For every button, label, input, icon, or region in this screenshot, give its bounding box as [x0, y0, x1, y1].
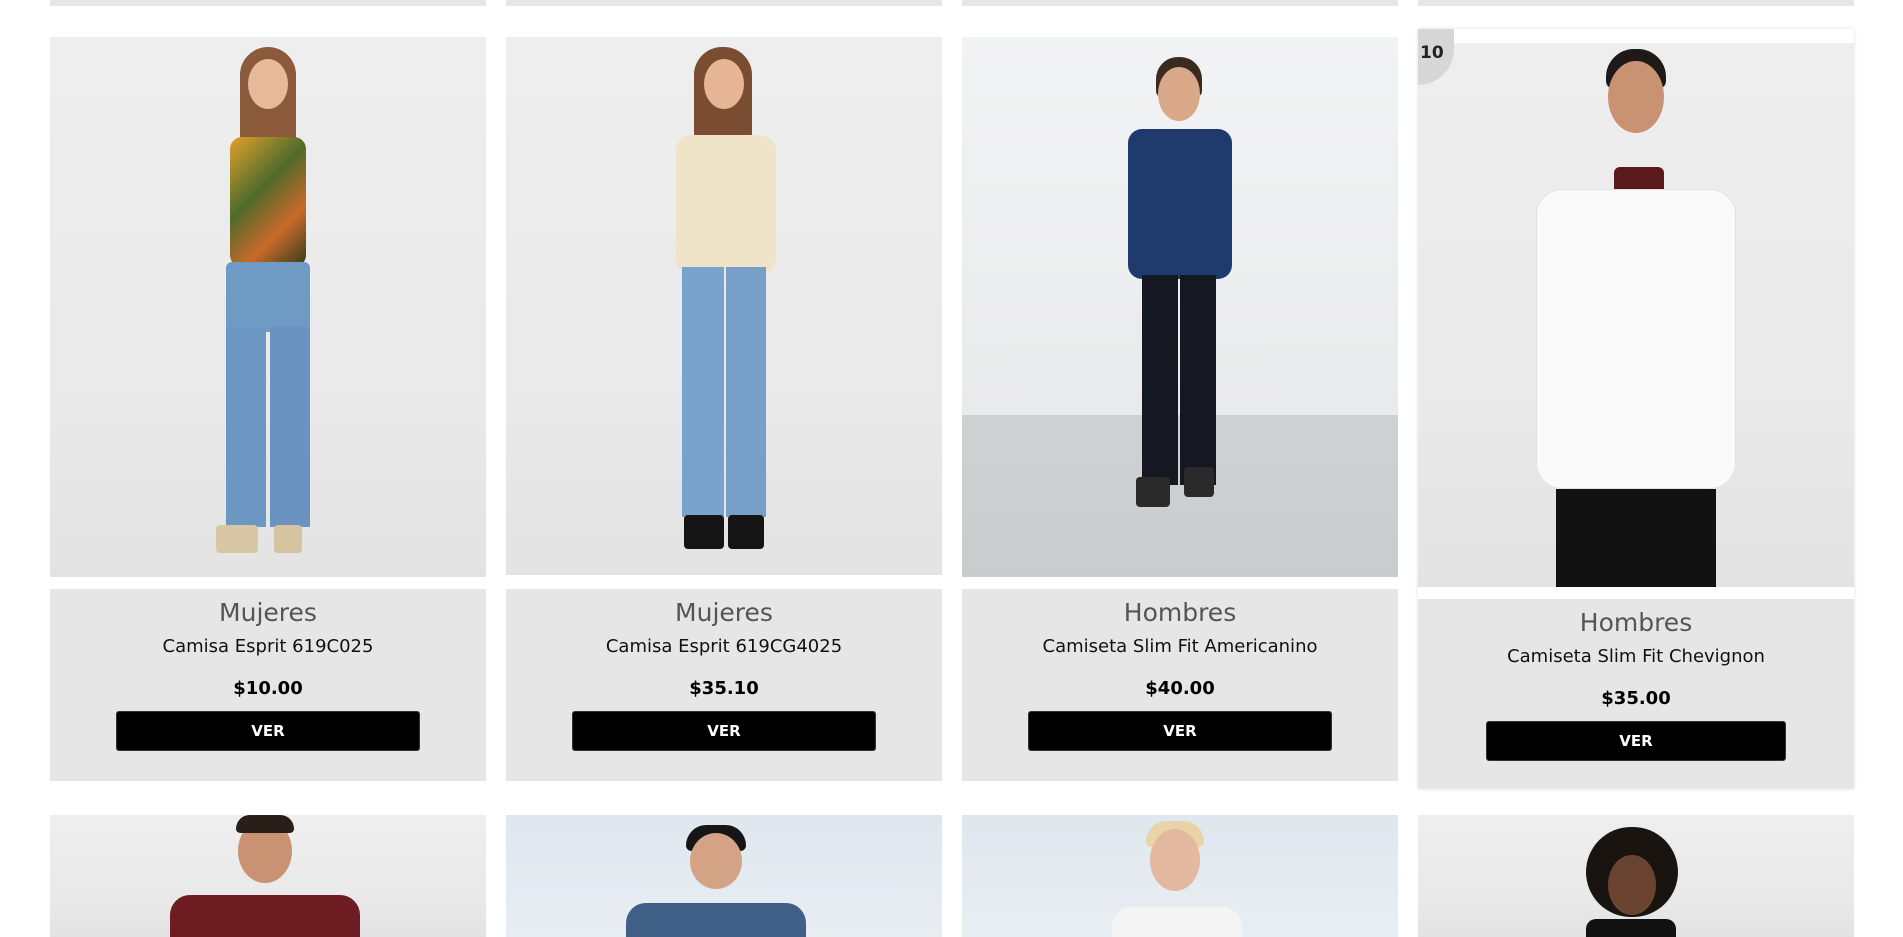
- product-card[interactable]: [506, 815, 942, 937]
- product-info: Hombres Camiseta Slim Fit Americanino $4…: [962, 589, 1398, 781]
- product-image[interactable]: [50, 815, 486, 937]
- product-image[interactable]: [50, 37, 486, 577]
- model-figure: [168, 47, 368, 577]
- product-price: $10.00: [233, 678, 303, 699]
- view-product-button[interactable]: VER: [1028, 711, 1332, 751]
- product-name: Camisa Esprit 619C025: [162, 636, 374, 657]
- product-name: Camiseta Slim Fit Chevignon: [1507, 646, 1765, 667]
- view-product-button[interactable]: VER: [1486, 721, 1786, 761]
- view-product-button[interactable]: VER: [116, 711, 420, 751]
- product-category: Hombres: [1123, 598, 1237, 627]
- product-name: Camiseta Slim Fit Americanino: [1042, 636, 1318, 657]
- product-card-featured[interactable]: 10 Hombres Camiseta Slim Fit Chevignon $…: [1418, 29, 1854, 789]
- previous-row-card-edge: [50, 0, 486, 6]
- product-info: Hombres Camiseta Slim Fit Chevignon $35.…: [1418, 599, 1854, 789]
- model-figure: [624, 47, 824, 575]
- product-card[interactable]: Mujeres Camisa Esprit 619CG4025 $35.10 V…: [506, 37, 942, 781]
- product-name: Camisa Esprit 619CG4025: [605, 636, 843, 657]
- product-category: Hombres: [1579, 608, 1693, 637]
- model-figure: [1496, 49, 1776, 587]
- product-card[interactable]: Hombres Camiseta Slim Fit Americanino $4…: [962, 37, 1398, 781]
- product-price: $40.00: [1145, 678, 1215, 699]
- product-category: Mujeres: [219, 598, 317, 627]
- product-card[interactable]: [1418, 815, 1854, 937]
- product-image[interactable]: [1418, 43, 1854, 587]
- previous-row-card-edge: [506, 0, 942, 6]
- product-price: $35.00: [1601, 688, 1671, 709]
- product-card[interactable]: [962, 815, 1398, 937]
- product-info: Mujeres Camisa Esprit 619CG4025 $35.10 V…: [506, 589, 942, 781]
- previous-row-card-edge: [962, 0, 1398, 6]
- view-product-button[interactable]: VER: [572, 711, 876, 751]
- product-image[interactable]: [962, 815, 1398, 937]
- product-price: $35.10: [689, 678, 759, 699]
- previous-row-card-edge: [1418, 0, 1854, 6]
- product-card[interactable]: [50, 815, 486, 937]
- product-card[interactable]: Mujeres Camisa Esprit 619C025 $10.00 VER: [50, 37, 486, 781]
- product-image[interactable]: [506, 37, 942, 575]
- product-image[interactable]: [962, 37, 1398, 577]
- product-category: Mujeres: [675, 598, 773, 627]
- product-info: Mujeres Camisa Esprit 619C025 $10.00 VER: [50, 589, 486, 781]
- model-figure: [1080, 57, 1280, 577]
- product-image[interactable]: [506, 815, 942, 937]
- product-image[interactable]: [1418, 815, 1854, 937]
